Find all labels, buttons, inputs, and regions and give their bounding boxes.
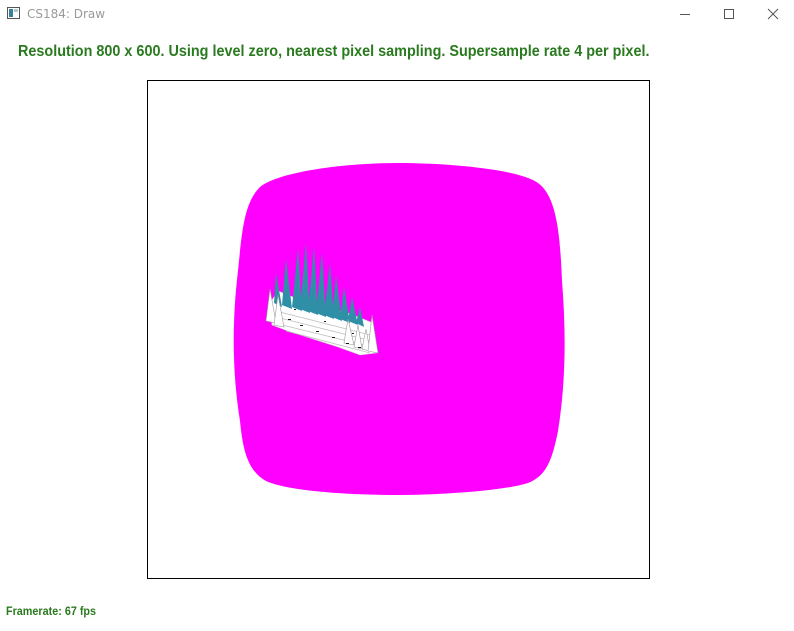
minimize-icon	[680, 14, 690, 15]
close-icon	[767, 8, 779, 20]
app-window: CS184: Draw Resolution 800 x 600. Using …	[0, 0, 794, 631]
framerate-text: Framerate: 67 fps	[6, 604, 97, 618]
window-title: CS184: Draw	[27, 7, 106, 21]
title-bar[interactable]: CS184: Draw	[0, 0, 794, 28]
maximize-button[interactable]	[706, 0, 752, 28]
minimize-button[interactable]	[662, 0, 708, 28]
render-canvas[interactable]	[147, 80, 650, 579]
app-window-icon	[7, 7, 20, 19]
render-canvas-svg	[233, 163, 565, 495]
status-text: Resolution 800 x 600. Using level zero, …	[18, 43, 650, 60]
maximize-icon	[724, 9, 734, 19]
close-button[interactable]	[750, 0, 794, 28]
